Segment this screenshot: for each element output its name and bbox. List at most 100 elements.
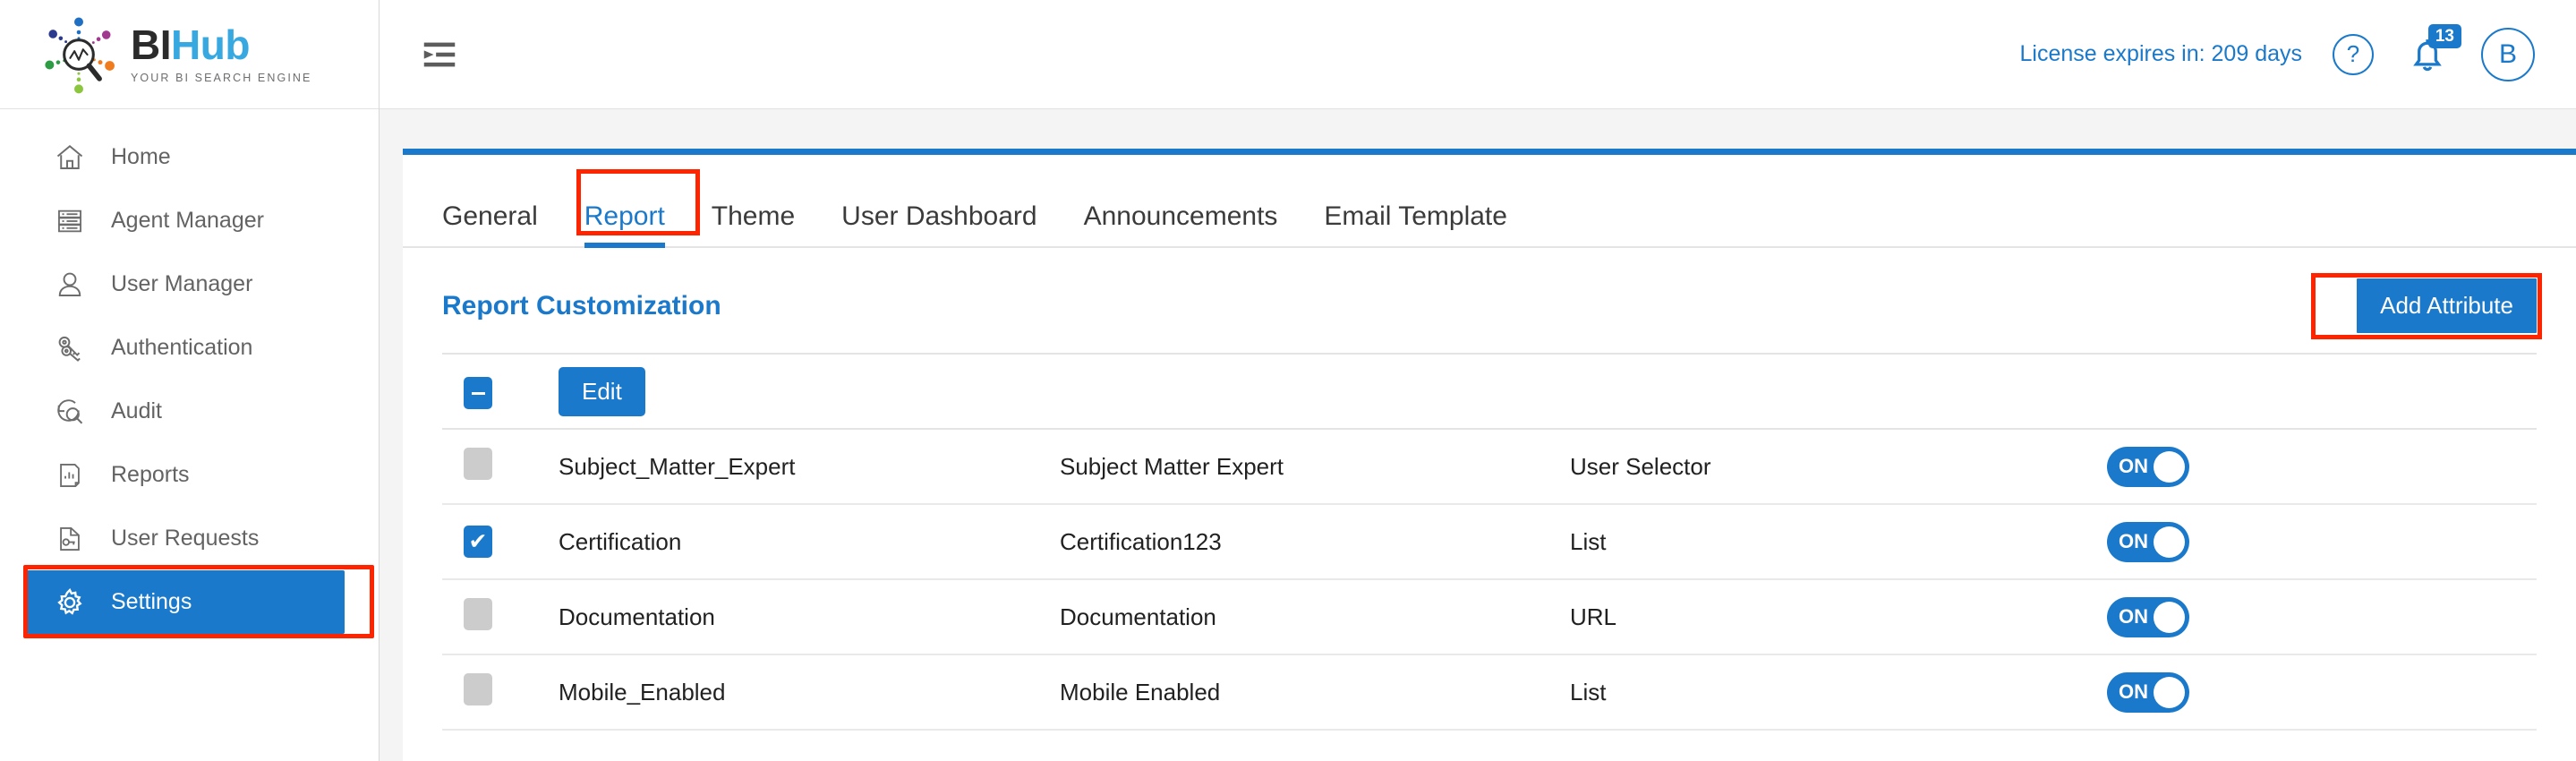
attribute-type: List xyxy=(1570,527,1607,555)
attribute-toggle-cell: ON xyxy=(2107,579,2537,654)
license-expiry-text: License expires in: 209 days xyxy=(2019,41,2302,66)
settings-card: General Report Theme User Dashboard Anno… xyxy=(403,149,2576,761)
help-icon[interactable]: ? xyxy=(2333,33,2374,75)
question-mark-glyph: ? xyxy=(2346,40,2360,67)
display-name-header xyxy=(1060,354,1570,429)
main-area: License expires in: 209 days ? 13 B Gene… xyxy=(380,0,2576,761)
row-checkbox-cell: ✔ xyxy=(442,504,559,579)
attribute-name: Certification xyxy=(559,527,682,555)
attribute-display-name: Documentation xyxy=(1060,603,1216,630)
sidebar-item-label: User Manager xyxy=(111,271,253,296)
sidebar-item-label: Audit xyxy=(111,398,162,423)
table-row[interactable]: ✔ Certification Certification123 List ON xyxy=(442,504,2537,579)
row-checkbox[interactable]: ✔ xyxy=(464,526,492,558)
table-row[interactable]: Documentation Documentation URL ON xyxy=(442,579,2537,654)
collapse-menu-icon[interactable] xyxy=(419,34,460,75)
sidebar-item-label: Agent Manager xyxy=(111,208,264,233)
attribute-type: User Selector xyxy=(1570,452,1711,480)
select-all-cell xyxy=(442,354,559,429)
sidebar-item-label: Authentication xyxy=(111,335,253,360)
toggle-label: ON xyxy=(2119,455,2148,477)
sidebar-item-agent-manager[interactable]: Agent Manager xyxy=(0,189,379,252)
logo-bi-text: BI xyxy=(131,21,172,68)
attribute-type: List xyxy=(1570,678,1607,705)
avatar[interactable]: B xyxy=(2481,27,2535,81)
row-checkbox-cell xyxy=(442,654,559,730)
row-checkbox[interactable] xyxy=(464,447,492,480)
notifications-button[interactable]: 13 xyxy=(2404,23,2461,78)
type-header xyxy=(1570,354,2107,429)
sidebar-item-user-requests[interactable]: User Requests xyxy=(0,507,379,570)
row-checkbox[interactable] xyxy=(464,672,492,705)
app-logo[interactable]: BIHub YOUR BI SEARCH ENGINE xyxy=(0,0,379,109)
status-toggle[interactable]: ON xyxy=(2107,596,2189,637)
toggle-label: ON xyxy=(2119,530,2148,552)
toggle-knob xyxy=(2154,601,2185,633)
top-bar-actions: License expires in: 209 days ? 13 B xyxy=(2019,23,2535,81)
settings-tabs: General Report Theme User Dashboard Anno… xyxy=(403,155,2576,248)
logo-hub-text: Hub xyxy=(171,21,250,68)
attributes-table-wrap: Edit Subject_Matter_Expert Subject Matte… xyxy=(403,333,2576,731)
sidebar-item-label: Home xyxy=(111,144,171,169)
attribute-name: Subject_Matter_Expert xyxy=(559,452,796,480)
content-scroll-region: General Report Theme User Dashboard Anno… xyxy=(380,109,2576,761)
edit-button[interactable]: Edit xyxy=(559,366,645,416)
table-head: Edit xyxy=(442,354,2537,429)
notification-count-badge: 13 xyxy=(2427,23,2461,49)
row-checkbox[interactable] xyxy=(464,597,492,630)
sidebar-item-label: User Requests xyxy=(111,526,260,551)
attribute-display-name: Certification123 xyxy=(1060,527,1222,555)
toggle-knob xyxy=(2154,526,2185,558)
toggle-knob xyxy=(2154,450,2185,483)
tab-theme[interactable]: Theme xyxy=(688,203,818,246)
table-header-row: Edit xyxy=(442,354,2537,429)
tab-general[interactable]: General xyxy=(419,203,561,246)
add-attribute-button[interactable]: Add Attribute xyxy=(2357,278,2537,333)
table-row[interactable]: Mobile_Enabled Mobile Enabled List ON xyxy=(442,654,2537,730)
row-checkbox-cell xyxy=(442,579,559,654)
sidebar-item-user-manager[interactable]: User Manager xyxy=(0,252,379,316)
sidebar-item-home[interactable]: Home xyxy=(0,125,379,189)
status-toggle[interactable]: ON xyxy=(2107,671,2189,713)
sidebar-item-settings[interactable]: Settings xyxy=(27,570,345,634)
audit-search-icon xyxy=(52,394,88,430)
status-toggle[interactable]: ON xyxy=(2107,521,2189,562)
section-header: Report Customization Add Attribute xyxy=(403,248,2576,339)
row-checkbox-cell xyxy=(442,429,559,504)
gear-icon xyxy=(52,585,88,620)
home-icon xyxy=(52,140,88,175)
status-toggle[interactable]: ON xyxy=(2107,446,2189,487)
toggle-label: ON xyxy=(2119,680,2148,703)
keys-icon xyxy=(52,330,88,366)
attribute-type: URL xyxy=(1570,603,1617,630)
tab-email-template[interactable]: Email Template xyxy=(1301,203,1531,246)
table-row[interactable]: Subject_Matter_Expert Subject Matter Exp… xyxy=(442,429,2537,504)
attribute-display-name: Mobile Enabled xyxy=(1060,678,1221,705)
sidebar-item-authentication[interactable]: Authentication xyxy=(0,316,379,380)
sidebar: BIHub YOUR BI SEARCH ENGINE Home Agent M… xyxy=(0,0,380,761)
toggle-knob xyxy=(2154,676,2185,708)
user-icon xyxy=(52,267,88,303)
attribute-toggle-cell: ON xyxy=(2107,504,2537,579)
toggle-label: ON xyxy=(2119,605,2148,628)
bihub-logo-icon xyxy=(45,17,115,93)
status-header xyxy=(2107,354,2537,429)
attribute-name: Mobile_Enabled xyxy=(559,678,726,705)
select-all-checkbox[interactable] xyxy=(464,377,492,410)
sidebar-item-label: Settings xyxy=(111,589,192,614)
attribute-toggle-cell: ON xyxy=(2107,654,2537,730)
attribute-toggle-cell: ON xyxy=(2107,429,2537,504)
page-title: Report Customization xyxy=(442,290,721,321)
report-document-icon xyxy=(52,457,88,493)
tab-report[interactable]: Report xyxy=(561,203,688,248)
request-key-doc-icon xyxy=(52,521,88,557)
server-list-icon xyxy=(52,203,88,239)
sidebar-item-reports[interactable]: Reports xyxy=(0,443,379,507)
sidebar-item-audit[interactable]: Audit xyxy=(0,380,379,443)
attributes-table: Edit Subject_Matter_Expert Subject Matte… xyxy=(442,353,2537,731)
tab-announcements[interactable]: Announcements xyxy=(1061,203,1301,246)
tab-user-dashboard[interactable]: User Dashboard xyxy=(818,203,1060,246)
top-bar: License expires in: 209 days ? 13 B xyxy=(380,0,2576,109)
table-body: Subject_Matter_Expert Subject Matter Exp… xyxy=(442,429,2537,730)
avatar-initial: B xyxy=(2498,38,2517,69)
